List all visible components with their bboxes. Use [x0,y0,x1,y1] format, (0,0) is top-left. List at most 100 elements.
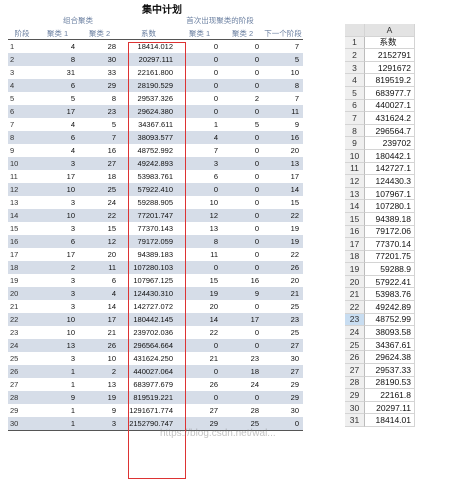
sheet-cell[interactable]: 34367.61 [365,338,415,352]
cell-stage: 1 [10,42,15,51]
row-header[interactable]: 1 [345,36,365,50]
cell-cluster2: 26 [107,341,116,350]
sheet-cell[interactable]: 28190.53 [365,376,415,390]
cell-stage: 22 [10,315,19,324]
row-header[interactable]: 21 [345,288,365,302]
row-header[interactable]: 8 [345,124,365,138]
cell-cluster1: 17 [66,250,75,259]
cell-cluster2: 3 [111,419,116,428]
row-header[interactable]: 15 [345,212,365,226]
sheet-cell[interactable]: 107280.1 [365,200,415,213]
row-header[interactable]: 5 [345,86,365,100]
select-all-corner[interactable] [345,24,365,37]
cell-stage: 30 [10,419,19,428]
column-header-a[interactable]: A [365,24,415,37]
cell-next-stage: 15 [290,198,299,207]
sheet-cell[interactable]: 142727.1 [365,162,415,176]
sheet-cell[interactable]: 22161.8 [365,389,415,402]
col-header-cluster1: 聚类 1 [46,29,69,38]
cell-first-cluster2: 16 [250,276,259,285]
col-header-cluster2: 聚类 2 [88,29,111,38]
sheet-cell[interactable]: 2152791 [365,49,415,62]
cell-cluster1: 10 [66,185,75,194]
sheet-cell[interactable]: 59288.9 [365,263,415,276]
cell-cluster2: 28 [107,42,116,51]
sheet-cell[interactable]: 79172.06 [365,225,415,239]
cell-stage: 19 [10,276,19,285]
sheet-cell[interactable]: 239702 [365,137,415,150]
row-header[interactable]: 26 [345,351,365,365]
row-header[interactable]: 31 [345,414,365,427]
cell-next-stage: 8 [294,81,299,90]
cell-stage: 13 [10,198,19,207]
row-header[interactable]: 23 [345,313,365,327]
row-header[interactable]: 14 [345,200,365,213]
sheet-cell[interactable]: 29537.33 [365,364,415,377]
cell-cluster2: 4 [111,289,116,298]
cell-first-cluster2: 0 [254,211,259,220]
sheet-cell[interactable]: 53983.76 [365,288,415,302]
cell-stage: 2 [10,55,15,64]
row-header[interactable]: 18 [345,250,365,264]
cell-cluster1: 6 [70,81,75,90]
sheet-cell[interactable]: 57922.41 [365,275,415,289]
sheet-cell[interactable]: 77201.75 [365,250,415,264]
sheet-cell[interactable]: 18414.01 [365,414,415,427]
cell-next-stage: 29 [290,393,299,402]
sheet-header-cell[interactable]: 系数 [365,36,415,50]
cell-first-cluster2: 0 [254,224,259,233]
cell-stage: 17 [10,250,19,259]
row-header[interactable]: 13 [345,187,365,201]
row-header[interactable]: 24 [345,326,365,339]
cell-first-cluster2: 0 [254,198,259,207]
row-header[interactable]: 25 [345,338,365,352]
row-header[interactable]: 27 [345,364,365,377]
row-header[interactable]: 2 [345,49,365,62]
col-header-stage: 阶段 [14,29,30,38]
row-header[interactable]: 11 [345,162,365,176]
sheet-cell[interactable]: 94389.18 [365,212,415,226]
cell-cluster1: 1 [70,367,75,376]
row-header[interactable]: 28 [345,376,365,390]
row-header[interactable]: 30 [345,401,365,415]
row-header[interactable]: 19 [345,263,365,276]
cell-next-stage: 19 [290,237,299,246]
cell-first-cluster2: 28 [250,406,259,415]
sheet-cell[interactable]: 20297.11 [365,401,415,415]
sheet-cell[interactable]: 1291672 [365,61,415,75]
row-header[interactable]: 16 [345,225,365,239]
sheet-cell[interactable]: 48752.99 [365,313,415,327]
sheet-cell[interactable]: 77370.14 [365,238,415,251]
cell-cluster1: 17 [66,107,75,116]
sheet-cell[interactable]: 49242.89 [365,301,415,314]
row-header[interactable]: 22 [345,301,365,314]
row-header[interactable]: 3 [345,61,365,75]
row-header[interactable]: 7 [345,112,365,125]
row-header[interactable]: 17 [345,238,365,251]
row-header[interactable]: 9 [345,137,365,150]
cell-first-cluster2: 0 [254,172,259,181]
row-header[interactable]: 20 [345,275,365,289]
row-header[interactable]: 4 [345,74,365,87]
sheet-cell[interactable]: 124430.3 [365,175,415,188]
sheet-cell[interactable]: 38093.58 [365,326,415,339]
sheet-cell[interactable]: 180442.1 [365,149,415,163]
sheet-cell[interactable]: 29624.38 [365,351,415,365]
sheet-cell[interactable]: 819519.2 [365,74,415,87]
group-header-row: 组合聚类 首次出现聚类的阶段 [8,14,303,26]
cell-first-cluster2: 18 [250,367,259,376]
row-header[interactable]: 10 [345,149,365,163]
row-header[interactable]: 12 [345,175,365,188]
sheet-cell[interactable]: 683977.7 [365,86,415,100]
cell-stage: 7 [10,120,15,129]
sheet-cell[interactable]: 440027.1 [365,99,415,113]
cell-next-stage: 20 [290,276,299,285]
sheet-cell[interactable]: 296564.7 [365,124,415,138]
row-header[interactable]: 29 [345,389,365,402]
cell-cluster1: 2 [70,263,75,272]
row-header[interactable]: 6 [345,99,365,113]
cell-cluster2: 12 [107,237,116,246]
sheet-cell[interactable]: 107967.1 [365,187,415,201]
cell-cluster1: 3 [70,289,75,298]
sheet-cell[interactable]: 431624.2 [365,112,415,125]
